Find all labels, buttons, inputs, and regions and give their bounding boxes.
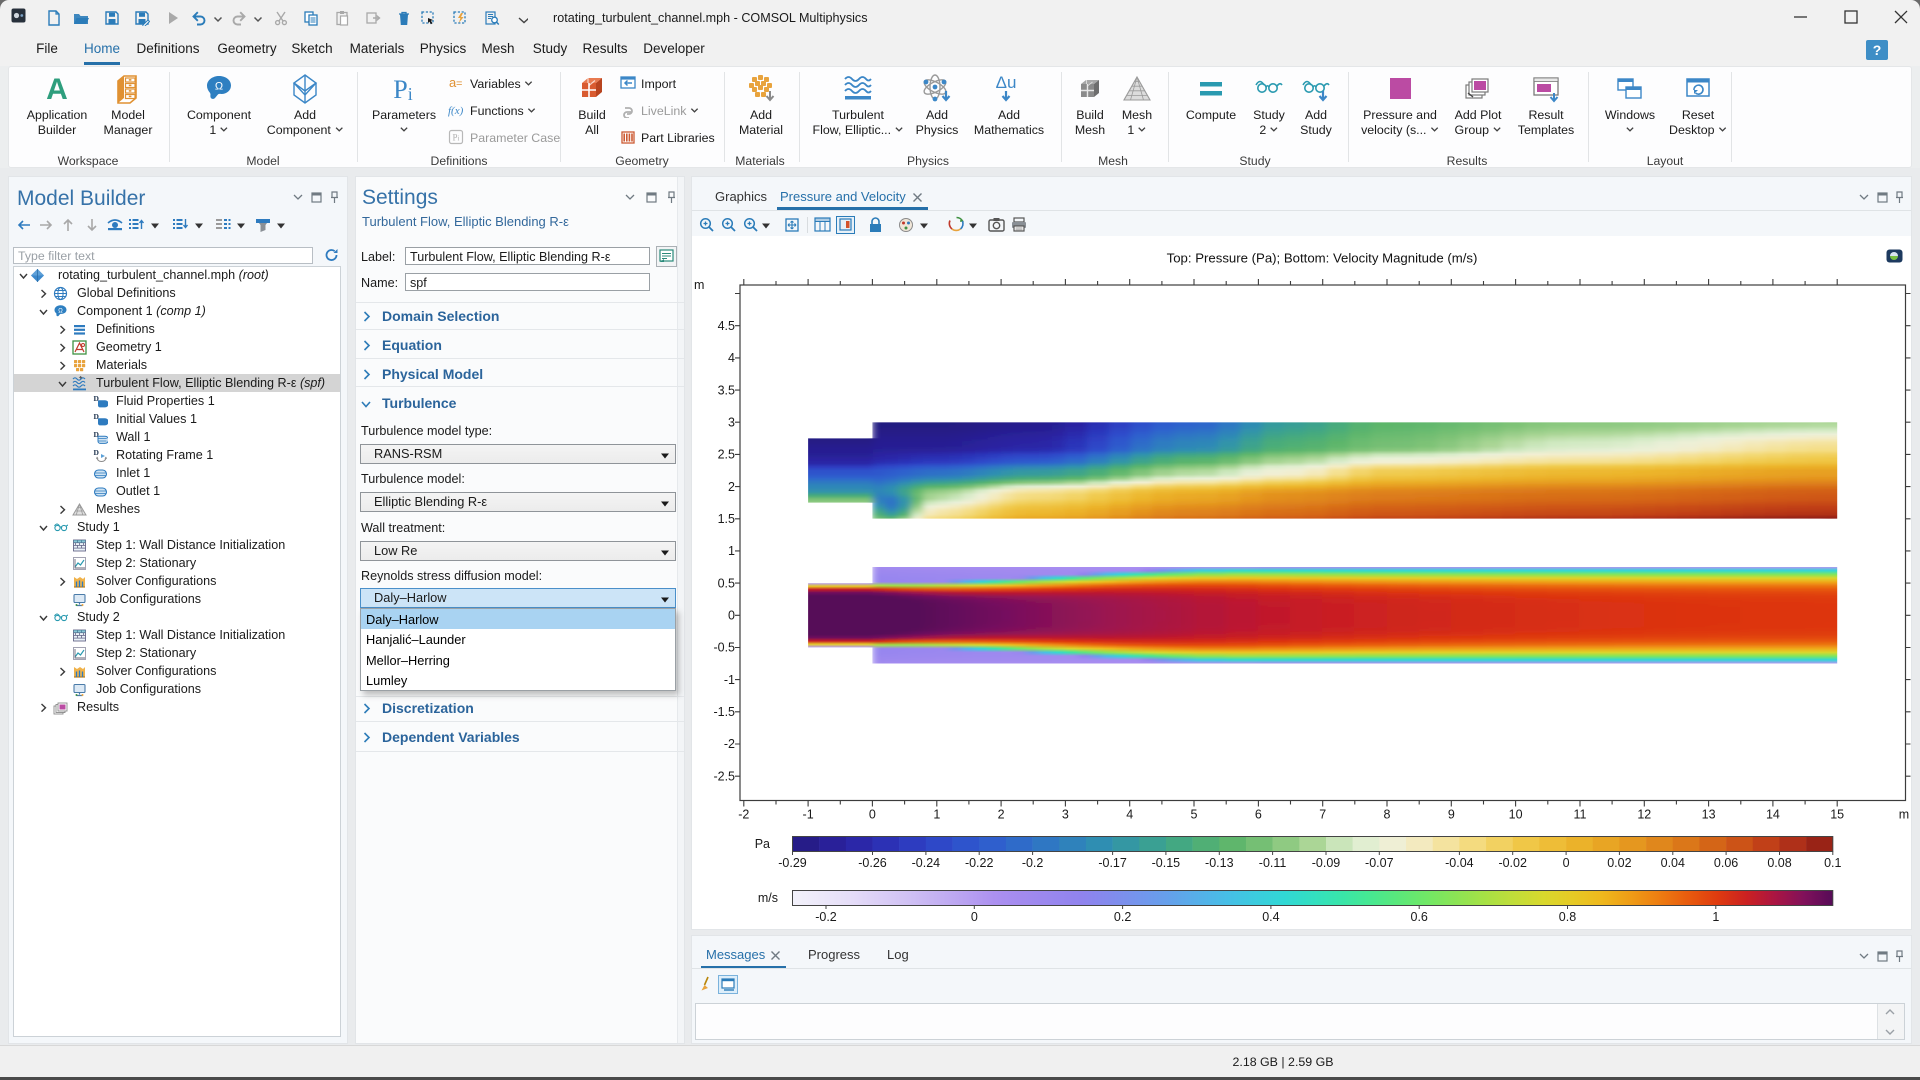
svg-text:m: m <box>1899 807 1909 821</box>
svg-text:-0.29: -0.29 <box>778 856 807 870</box>
svg-text:10: 10 <box>1509 807 1523 821</box>
svg-text:0.1: 0.1 <box>1824 856 1841 870</box>
svg-text:-0.26: -0.26 <box>858 856 887 870</box>
svg-text:-1.5: -1.5 <box>713 705 735 719</box>
svg-text:2: 2 <box>998 807 1005 821</box>
svg-text:4: 4 <box>1126 807 1133 821</box>
svg-text:-2: -2 <box>724 737 735 751</box>
svg-text:-2.5: -2.5 <box>713 769 735 783</box>
svg-text:-0.11: -0.11 <box>1259 856 1287 870</box>
svg-text:4.5: 4.5 <box>718 319 735 333</box>
svg-text:15: 15 <box>1830 807 1844 821</box>
svg-text:A: A <box>46 73 68 105</box>
svg-text:0: 0 <box>728 609 735 623</box>
svg-text:Pi: Pi <box>453 133 460 143</box>
svg-text:Ω: Ω <box>215 81 223 93</box>
svg-text:-0.07: -0.07 <box>1365 856 1394 870</box>
svg-text:0.6: 0.6 <box>1411 910 1428 924</box>
svg-text:3.5: 3.5 <box>718 383 735 397</box>
svg-text:14: 14 <box>1766 807 1780 821</box>
svg-text:-0.2: -0.2 <box>1022 856 1044 870</box>
svg-text:Pi: Pi <box>393 75 412 104</box>
svg-text:-0.5: -0.5 <box>713 641 735 655</box>
svg-text:9: 9 <box>1448 807 1455 821</box>
svg-text:3: 3 <box>1062 807 1069 821</box>
svg-text:1: 1 <box>933 807 940 821</box>
svg-text:12: 12 <box>1637 807 1651 821</box>
svg-text:m: m <box>694 278 704 292</box>
svg-text:1.5: 1.5 <box>718 512 735 526</box>
svg-text:-1: -1 <box>803 807 814 821</box>
svg-text:-0.09: -0.09 <box>1312 856 1341 870</box>
svg-text:-1: -1 <box>724 673 735 687</box>
svg-text:2.5: 2.5 <box>718 448 735 462</box>
svg-text:13: 13 <box>1702 807 1716 821</box>
svg-text:-0.04: -0.04 <box>1445 856 1474 870</box>
svg-text:6: 6 <box>1255 807 1262 821</box>
svg-text:8: 8 <box>1384 807 1391 821</box>
svg-text:0: 0 <box>971 910 978 924</box>
svg-text:0.08: 0.08 <box>1767 856 1791 870</box>
svg-text:D: D <box>94 448 100 457</box>
svg-text:0.04: 0.04 <box>1661 856 1685 870</box>
svg-text:-0.2: -0.2 <box>815 910 837 924</box>
svg-text:0.4: 0.4 <box>1262 910 1279 924</box>
svg-text:-2: -2 <box>738 807 749 821</box>
svg-text:2: 2 <box>728 480 735 494</box>
svg-text:Top: Pressure (Pa); Bottom: Ve: Top: Pressure (Pa); Bottom: Velocity Mag… <box>1167 251 1478 266</box>
svg-text:5: 5 <box>1191 807 1198 821</box>
svg-text:-0.22: -0.22 <box>965 856 994 870</box>
svg-text:0.02: 0.02 <box>1607 856 1631 870</box>
svg-text:0: 0 <box>1563 856 1570 870</box>
svg-text:11: 11 <box>1574 807 1587 821</box>
svg-text:1: 1 <box>728 544 735 558</box>
svg-text:7: 7 <box>1319 807 1326 821</box>
svg-text:0.8: 0.8 <box>1559 910 1576 924</box>
svg-text:-0.24: -0.24 <box>912 856 941 870</box>
svg-text:0.06: 0.06 <box>1714 856 1738 870</box>
svg-text:Pa: Pa <box>755 837 770 851</box>
svg-text:-0.02: -0.02 <box>1498 856 1527 870</box>
svg-text:0.2: 0.2 <box>1114 910 1131 924</box>
svg-text:-0.17: -0.17 <box>1098 856 1127 870</box>
svg-text:0.5: 0.5 <box>718 576 735 590</box>
svg-text:-0.15: -0.15 <box>1152 856 1181 870</box>
svg-text:f(x): f(x) <box>448 105 464 117</box>
svg-text:-0.13: -0.13 <box>1205 856 1234 870</box>
svg-text:=: = <box>456 78 462 90</box>
svg-text:4: 4 <box>728 351 735 365</box>
svg-text:0: 0 <box>869 807 876 821</box>
svg-text:1: 1 <box>1712 910 1719 924</box>
svg-text:m/s: m/s <box>758 891 778 905</box>
svg-text:Ω: Ω <box>58 308 63 314</box>
svg-text:3: 3 <box>728 415 735 429</box>
svg-text:Δu: Δu <box>996 73 1017 92</box>
